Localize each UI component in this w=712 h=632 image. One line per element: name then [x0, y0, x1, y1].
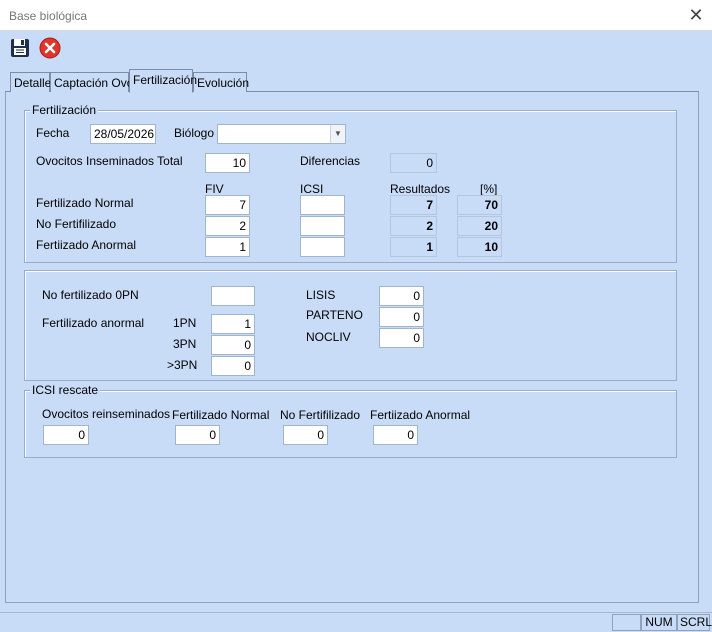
parteno-field[interactable]: 0 — [379, 307, 424, 327]
icsi-field[interactable] — [300, 237, 345, 257]
rescate-col-label: Fertiizado Anormal — [370, 408, 471, 422]
ovocitos-field[interactable]: 10 — [205, 153, 250, 173]
nocliv-field[interactable]: 0 — [379, 328, 424, 348]
fecha-field[interactable]: 28/05/2026 — [90, 124, 156, 144]
pn-field[interactable]: 0 — [211, 356, 255, 376]
fiv-field[interactable]: 1 — [205, 237, 250, 257]
tab-fertilizacion[interactable]: Fertilización — [129, 69, 197, 93]
rescate-col-label: Fertilizado Normal — [172, 408, 270, 422]
tab-captacion-ovo[interactable]: Captación Ovo — [50, 72, 133, 92]
tab-detalle[interactable]: Detalle — [10, 72, 51, 92]
rescate-field[interactable]: 0 — [175, 425, 220, 445]
biologo-select[interactable] — [217, 124, 346, 144]
close-icon[interactable]: ✕ — [686, 5, 706, 25]
status-cell-empty — [612, 614, 641, 631]
pct-value: 20 — [457, 216, 502, 236]
icsi-rescate-group — [24, 390, 677, 458]
no-fert-label: No fertilizado 0PN — [42, 288, 139, 302]
row-label: Fertiizado Anormal — [36, 238, 137, 252]
diferencias-label: Diferencias — [300, 154, 361, 168]
cancel-icon — [39, 37, 61, 59]
resultados-header: Resultados — [390, 182, 451, 196]
save-button[interactable] — [9, 37, 33, 61]
rescate-col-label: No Fertifilizado — [280, 408, 361, 422]
toolbar — [0, 31, 712, 67]
rescate-field[interactable]: 0 — [43, 425, 89, 445]
resultado-value: 1 — [390, 237, 437, 257]
pct-value: 70 — [457, 195, 502, 215]
lisis-label: LISIS — [306, 288, 336, 302]
chevron-down-icon[interactable]: ▼ — [330, 125, 345, 143]
pn-label: >3PN — [167, 358, 198, 372]
pct-header: [%] — [480, 182, 498, 196]
fertilizacion-legend: Fertilización — [30, 103, 99, 117]
rescate-field[interactable]: 0 — [373, 425, 418, 445]
diferencias-value: 0 — [390, 153, 437, 173]
status-num: NUM — [641, 614, 677, 631]
pn-field[interactable]: 0 — [211, 335, 255, 355]
window-title: Base biológica — [9, 9, 88, 23]
status-scrl: SCRL — [677, 614, 712, 631]
pn-label: 3PN — [173, 337, 197, 351]
title-bar — [0, 0, 712, 31]
pn-field[interactable]: 1 — [211, 314, 255, 334]
nocliv-label: NOCLIV — [306, 330, 351, 344]
parteno-label: PARTENO — [306, 308, 363, 322]
resultado-value: 7 — [390, 195, 437, 215]
icsi-rescate-legend: ICSI rescate — [30, 383, 101, 397]
pct-value: 10 — [457, 237, 502, 257]
save-icon — [11, 39, 29, 57]
rescate-col-label: Ovocitos reinseminados — [42, 407, 171, 421]
icsi-field[interactable] — [300, 195, 345, 215]
row-label: Fertilizado Normal — [36, 196, 134, 210]
fert-anormal-label: Fertilizado anormal — [42, 316, 145, 330]
icsi-field[interactable] — [300, 216, 345, 236]
resultado-value: 2 — [390, 216, 437, 236]
pn-label: 1PN — [173, 316, 197, 330]
fiv-field[interactable]: 7 — [205, 195, 250, 215]
fecha-label: Fecha — [36, 126, 70, 140]
lisis-field[interactable]: 0 — [379, 286, 424, 306]
fiv-field[interactable]: 2 — [205, 216, 250, 236]
icsi-header: ICSI — [300, 182, 324, 196]
status-bar — [0, 612, 712, 632]
rescate-field[interactable]: 0 — [283, 425, 328, 445]
row-label: No Fertifilizado — [36, 217, 117, 231]
no-fert-field[interactable] — [211, 286, 255, 306]
cancel-button[interactable] — [39, 37, 63, 61]
ovocitos-label: Ovocitos Inseminados Total — [36, 154, 183, 168]
biologo-label: Biólogo — [174, 126, 215, 140]
tab-evolucion[interactable]: Evolución — [193, 72, 249, 92]
fiv-header: FIV — [205, 182, 224, 196]
